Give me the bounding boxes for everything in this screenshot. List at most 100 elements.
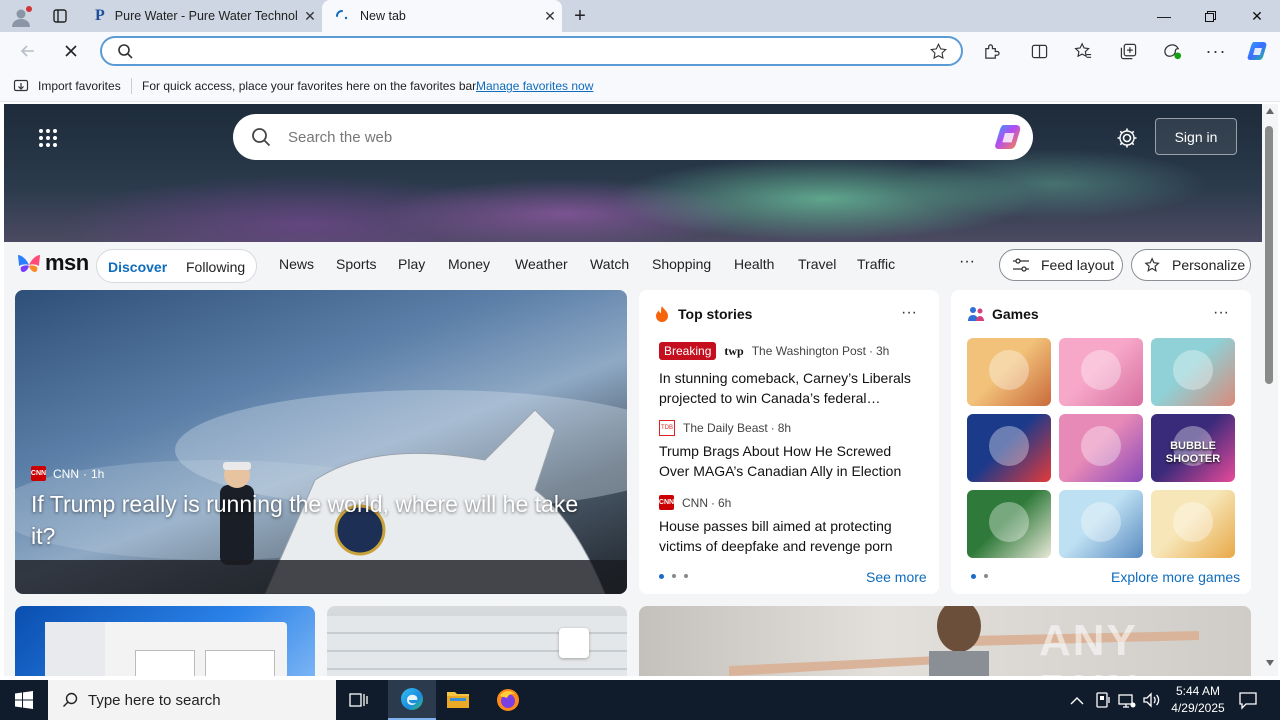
game-art: [1173, 502, 1213, 542]
tab-new-tab[interactable]: New tab ✕: [322, 0, 562, 32]
restore-button[interactable]: [1187, 0, 1233, 32]
tab-actions-icon[interactable]: [48, 6, 72, 26]
tab-pure-water[interactable]: P Pure Water - Pure Water Technol ✕: [85, 0, 322, 32]
file-explorer-icon[interactable]: [446, 688, 472, 712]
story-2-source: The Daily Beast: [683, 421, 768, 435]
tab-following[interactable]: Following: [186, 259, 245, 275]
carousel-dot[interactable]: [684, 574, 688, 578]
hospital-game[interactable]: [1151, 338, 1235, 406]
scroll-down-arrow-icon[interactable]: [1266, 660, 1274, 666]
cat-game[interactable]: [1151, 490, 1235, 558]
device-image: [559, 628, 589, 658]
cafe-game[interactable]: [967, 338, 1051, 406]
import-icon: [13, 79, 29, 92]
top-stories-more-icon[interactable]: ···: [901, 304, 917, 322]
story-card-windows[interactable]: [15, 606, 315, 676]
minimize-button[interactable]: —: [1141, 0, 1187, 32]
nav-money[interactable]: Money: [448, 256, 490, 272]
collections-icon[interactable]: [1113, 37, 1143, 65]
device-icon[interactable]: [1095, 691, 1111, 714]
makeup-game[interactable]: [1059, 414, 1143, 482]
manage-favorites-link[interactable]: Manage favorites now: [476, 79, 593, 93]
copilot-icon[interactable]: [993, 121, 1025, 153]
story-2-title[interactable]: Trump Brags About How He Screwed Over MA…: [659, 441, 921, 481]
story-card-workout[interactable]: ANY RUN: [639, 606, 1251, 676]
address-bar[interactable]: [100, 36, 963, 66]
carousel-dot-active[interactable]: [659, 574, 664, 579]
scroll-up-arrow-icon[interactable]: [1266, 108, 1274, 114]
taskbar-search-box[interactable]: Type here to search: [48, 680, 336, 720]
nav-more-icon[interactable]: ···: [959, 253, 975, 271]
block-puzzle-game[interactable]: [967, 414, 1051, 482]
close-tab-icon[interactable]: ✕: [298, 8, 322, 25]
explore-more-games-link[interactable]: Explore more games: [1111, 569, 1240, 585]
import-favorites-button[interactable]: Import favorites: [13, 78, 121, 94]
feed-layout-button[interactable]: Feed layout: [999, 249, 1123, 281]
close-tab-icon[interactable]: ✕: [538, 8, 562, 25]
back-icon[interactable]: [13, 37, 43, 65]
carousel-dot[interactable]: [984, 574, 988, 578]
story-1-meta: Breaking twp The Washington Post · 3h: [659, 342, 889, 360]
msn-logo[interactable]: msn: [16, 250, 89, 276]
notifications-icon[interactable]: [1238, 690, 1258, 715]
vertical-scrollbar[interactable]: [1262, 104, 1278, 676]
nav-sports[interactable]: Sports: [336, 256, 376, 272]
show-hidden-icons-icon[interactable]: [1070, 693, 1084, 707]
nav-traffic[interactable]: Traffic: [857, 256, 895, 272]
close-window-button[interactable]: ✕: [1234, 0, 1280, 32]
network-icon[interactable]: [1118, 691, 1136, 714]
edge-taskbar-icon[interactable]: [388, 680, 436, 720]
stop-loading-icon[interactable]: [56, 37, 86, 65]
story-1-title[interactable]: In stunning comeback, Carney’s Liberals …: [659, 368, 921, 408]
settings-more-icon[interactable]: ···: [1201, 37, 1231, 65]
daily-beast-logo-icon: TDB: [659, 420, 675, 436]
mahjong-game[interactable]: [967, 490, 1051, 558]
dress-up-game[interactable]: [1059, 338, 1143, 406]
story-3-title[interactable]: House passes bill aimed at protecting vi…: [659, 516, 921, 556]
tab-title: Pure Water - Pure Water Technol: [114, 9, 298, 23]
nav-shopping[interactable]: Shopping: [652, 256, 711, 272]
story-3-age: 6h: [718, 495, 732, 510]
start-button[interactable]: [0, 680, 48, 720]
carousel-dots: [659, 574, 688, 579]
profile-icon[interactable]: [8, 4, 34, 30]
gear-icon[interactable]: [1116, 127, 1138, 154]
hero-title[interactable]: If Trump really is running the world, wh…: [31, 488, 591, 552]
story-1-age: 3h: [876, 344, 890, 358]
personalize-button[interactable]: Personalize: [1131, 249, 1251, 281]
clock[interactable]: 5:44 AM 4/29/2025: [1166, 683, 1230, 717]
split-screen-icon[interactable]: [1024, 37, 1054, 65]
favorite-star-icon[interactable]: [930, 43, 947, 60]
nav-play[interactable]: Play: [398, 256, 425, 272]
sign-in-button[interactable]: Sign in: [1155, 118, 1237, 155]
copilot-icon[interactable]: [1243, 37, 1273, 65]
games-header: Games: [967, 306, 1039, 322]
story-card-garage[interactable]: [327, 606, 627, 676]
nav-watch[interactable]: Watch: [590, 256, 629, 272]
favbar-divider: [131, 78, 132, 94]
nav-weather[interactable]: Weather: [515, 256, 568, 272]
scroll-thumb[interactable]: [1265, 126, 1273, 384]
see-more-link[interactable]: See more: [866, 569, 927, 585]
extensions-icon[interactable]: [976, 37, 1006, 65]
apps-grid-icon[interactable]: [38, 128, 58, 153]
carousel-dot[interactable]: [672, 574, 676, 578]
carousel-dot-active[interactable]: [971, 574, 976, 579]
web-search-box[interactable]: Search the web: [233, 114, 1033, 160]
browser-essentials-icon[interactable]: [1157, 37, 1187, 65]
nav-travel[interactable]: Travel: [798, 256, 836, 272]
breaking-badge: Breaking: [659, 342, 717, 360]
nav-health[interactable]: Health: [734, 256, 774, 272]
nav-news[interactable]: News: [279, 256, 314, 272]
games-more-icon[interactable]: ···: [1213, 304, 1229, 322]
volume-icon[interactable]: [1142, 691, 1160, 714]
firefox-icon[interactable]: [496, 688, 522, 712]
stickman-thief-game[interactable]: [1059, 490, 1143, 558]
tab-discover[interactable]: Discover: [108, 259, 167, 275]
hero-story-card[interactable]: CNN CNN · 1h If Trump really is running …: [15, 290, 627, 594]
bubble-shooter-game[interactable]: BUBBLE SHOOTER: [1151, 414, 1235, 482]
new-tab-button[interactable]: +: [568, 4, 592, 28]
favorites-icon[interactable]: [1068, 37, 1098, 65]
task-view-icon[interactable]: [346, 688, 372, 712]
game-art: [1081, 350, 1121, 390]
